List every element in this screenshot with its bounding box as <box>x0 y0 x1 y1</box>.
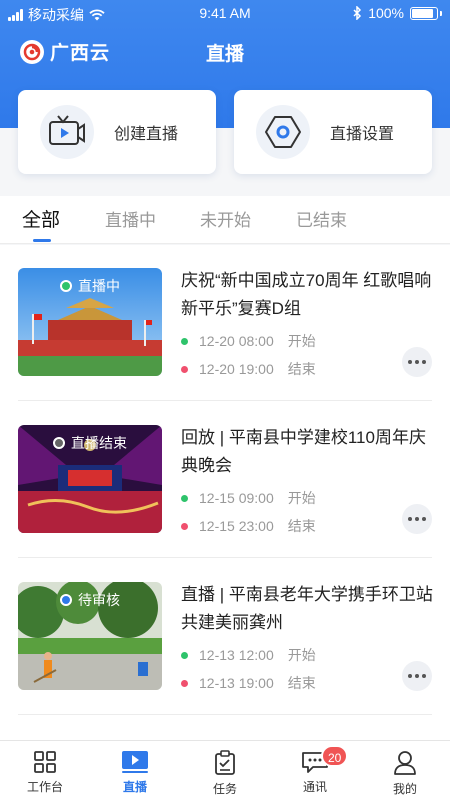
status-badge-label: 待审核 <box>78 592 120 608</box>
tabbar-label: 任务 <box>212 782 237 796</box>
start-dot-icon <box>181 651 188 659</box>
create-live-button[interactable]: 创建直播 <box>18 90 216 174</box>
start-label: 开始 <box>287 333 316 349</box>
start-time-row: 12-15 09:00 开始 <box>181 488 316 508</box>
start-dot-icon <box>181 337 188 345</box>
start-time: 12-20 08:00 <box>199 333 274 349</box>
tab-live[interactable]: 直播中 <box>105 206 156 231</box>
tabbar-label: 我的 <box>392 782 417 796</box>
status-badge-label: 直播中 <box>78 278 120 294</box>
divider <box>18 714 432 715</box>
thumbnail: 待审核 <box>18 582 162 690</box>
end-time: 12-13 19:00 <box>199 675 274 691</box>
divider <box>18 400 432 401</box>
status-badge: 直播中 <box>18 276 162 296</box>
battery-cap <box>440 10 442 16</box>
start-time-row: 12-20 08:00 开始 <box>181 331 316 351</box>
tab-ended[interactable]: 已结束 <box>296 206 347 231</box>
end-label: 结束 <box>287 675 316 691</box>
live-dot-icon <box>60 280 72 292</box>
grid-icon <box>34 751 56 773</box>
tabbar-label: 通讯 <box>302 780 327 794</box>
live-list: 直播中 庆祝“新中国成立70周年 红歌唱响新平乐”复赛D组 12-20 08:0… <box>0 245 450 740</box>
status-right: 100% <box>353 5 442 21</box>
tabbar-tasks[interactable]: 任务 <box>180 741 270 800</box>
start-label: 开始 <box>287 647 316 663</box>
create-live-label: 创建直播 <box>114 126 179 143</box>
user-icon <box>394 751 416 775</box>
live-settings-label: 直播设置 <box>330 126 395 143</box>
more-button[interactable] <box>402 661 432 691</box>
list-item[interactable]: 直播结束 回放 | 平南县中学建校110周年庆典晚会 12-15 09:00 开… <box>0 402 450 558</box>
list-item[interactable]: 待审核 直播 | 平南县老年大学携手环卫站共建美丽龚州 12-13 12:00 … <box>0 559 450 715</box>
start-dot-icon <box>181 494 188 502</box>
end-label: 结束 <box>287 361 316 377</box>
clipboard-icon <box>215 750 235 775</box>
status-bar: 移动采编 9:41 AM 100% <box>0 0 450 28</box>
ended-dot-icon <box>53 437 65 449</box>
battery-percent: 100% <box>368 5 404 21</box>
status-badge-label: 直播结束 <box>71 435 127 451</box>
end-dot-icon <box>181 679 188 687</box>
tabbar-live[interactable]: 直播 <box>90 741 180 800</box>
video-play-icon <box>122 751 148 773</box>
hexagon-settings-icon <box>256 105 310 159</box>
item-title: 庆祝“新中国成立70周年 红歌唱响新平乐”复赛D组 <box>181 271 432 318</box>
end-dot-icon <box>181 522 188 530</box>
more-button[interactable] <box>402 347 432 377</box>
start-time: 12-15 09:00 <box>199 490 274 506</box>
live-settings-button[interactable]: 直播设置 <box>234 90 432 174</box>
end-time-row: 12-15 23:00 结束 <box>181 516 316 536</box>
bottom-tab-bar: 工作台 直播 任务 20 通讯 我的 <box>0 740 450 800</box>
nav-bar: 广西云 直播 <box>0 28 450 74</box>
thumbnail: 直播结束 <box>18 425 162 533</box>
tabbar-workbench[interactable]: 工作台 <box>0 741 90 800</box>
list-item[interactable]: 直播中 庆祝“新中国成立70周年 红歌唱响新平乐”复赛D组 12-20 08:0… <box>0 245 450 401</box>
end-time-row: 12-20 19:00 结束 <box>181 359 316 379</box>
end-label: 结束 <box>287 518 316 534</box>
start-label: 开始 <box>287 490 316 506</box>
thumbnail: 直播中 <box>18 268 162 376</box>
end-dot-icon <box>181 365 188 373</box>
tab-active-indicator <box>33 239 51 242</box>
tabbar-messages[interactable]: 20 通讯 <box>270 741 360 800</box>
tab-upcoming[interactable]: 未开始 <box>200 206 251 231</box>
unread-badge: 20 <box>321 745 349 767</box>
filter-tabs: 全部 直播中 未开始 已结束 <box>0 196 450 244</box>
page-title: 直播 <box>205 44 244 65</box>
tabbar-profile[interactable]: 我的 <box>360 741 450 800</box>
more-button[interactable] <box>402 504 432 534</box>
start-time-row: 12-13 12:00 开始 <box>181 645 316 665</box>
tab-all[interactable]: 全部 <box>22 205 60 232</box>
start-time: 12-13 12:00 <box>199 647 274 663</box>
battery-icon <box>410 6 438 20</box>
item-title: 直播 | 平南县老年大学携手环卫站共建美丽龚州 <box>181 585 433 632</box>
tabbar-label: 直播 <box>122 780 147 794</box>
tv-icon <box>40 105 94 159</box>
item-title: 回放 | 平南县中学建校110周年庆典晚会 <box>181 428 426 475</box>
status-badge: 待审核 <box>18 590 162 610</box>
end-time-row: 12-13 19:00 结束 <box>181 673 316 693</box>
end-time: 12-20 19:00 <box>199 361 274 377</box>
status-badge: 直播结束 <box>18 433 162 453</box>
divider <box>18 557 432 558</box>
tabbar-label: 工作台 <box>26 780 63 794</box>
pending-dot-icon <box>60 594 72 606</box>
bluetooth-icon <box>353 6 362 20</box>
end-time: 12-15 23:00 <box>199 518 274 534</box>
